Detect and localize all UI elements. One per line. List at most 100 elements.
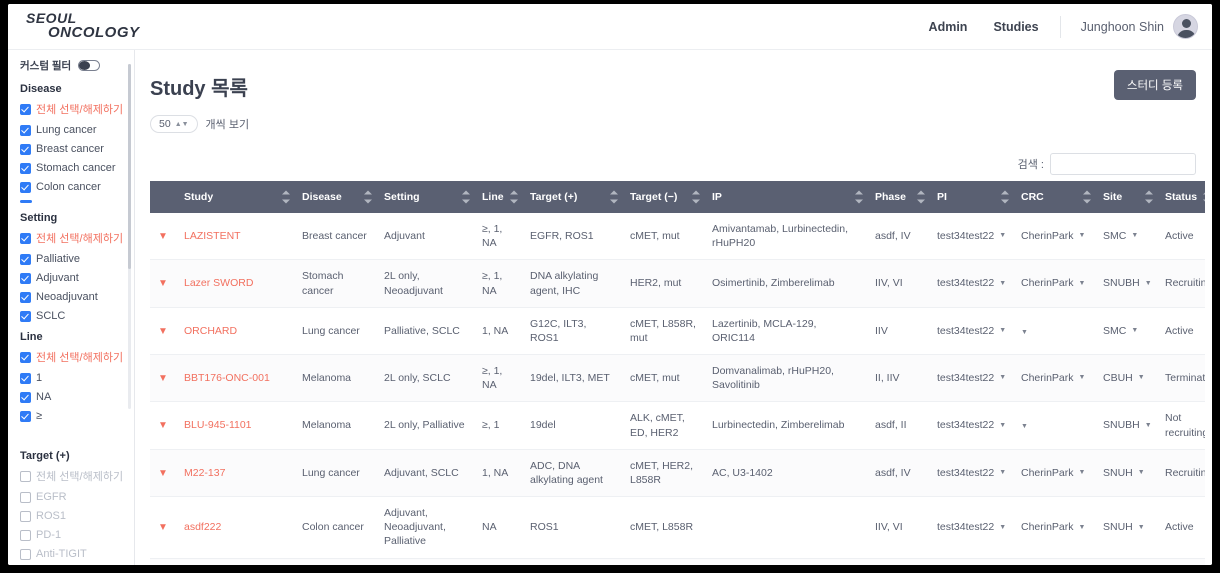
checkbox-icon[interactable] xyxy=(20,351,31,363)
filter-option-stomach-cancer[interactable]: Stomach cancer xyxy=(20,162,124,174)
sidebar-scrollbar-thumb[interactable] xyxy=(128,64,131,269)
cell-pi[interactable]: test34test22 ▼ xyxy=(929,496,1013,559)
cell-crc[interactable]: CherinPark ▼ xyxy=(1013,449,1095,498)
brand-logo[interactable]: SEOUL ONCOLOGY xyxy=(26,11,140,40)
dropdown-value[interactable]: test34test22 ▼ xyxy=(937,466,1006,480)
dropdown-value[interactable]: test34test22 ▼ xyxy=(937,324,1006,338)
filter-option-colon-cancer[interactable]: Colon cancer xyxy=(20,181,124,193)
th-status[interactable]: Status xyxy=(1157,181,1205,213)
filter-option-setting-all[interactable]: 전체 선택/해제하기 xyxy=(20,230,124,246)
cell-site[interactable]: ASAN▼ xyxy=(1095,558,1157,565)
filter-option-line-gte[interactable]: ≥ xyxy=(20,410,124,422)
cell-crc[interactable]: CherinPark ▼ xyxy=(1013,259,1095,308)
cell-study[interactable]: test222 xyxy=(176,558,294,565)
checkbox-icon[interactable] xyxy=(20,143,31,155)
study-link[interactable]: M22-137 xyxy=(184,467,225,479)
th-study[interactable]: Study xyxy=(176,181,294,213)
custom-filter-row[interactable]: 커스텀 필터 xyxy=(20,58,124,73)
cell-pi[interactable]: test34test22 ▼ xyxy=(929,259,1013,308)
cell-crc[interactable]: CherinPark ▼ xyxy=(1013,496,1095,559)
table-row[interactable]: ▼ asdf222 Colon cancer Adjuvant, Neoadjuvan… xyxy=(150,496,1205,559)
dropdown-value[interactable]: SNUH ▼ xyxy=(1103,520,1145,534)
checkbox-icon[interactable] xyxy=(20,162,31,174)
cell-study[interactable]: BBT176-ONC-001 xyxy=(176,354,294,403)
filter-option-breast-cancer[interactable]: Breast cancer xyxy=(20,143,124,155)
register-study-button[interactable]: 스터디 등록 xyxy=(1113,70,1196,100)
th-crc[interactable]: CRC xyxy=(1013,181,1095,213)
chevron-down-icon[interactable]: ▼ xyxy=(158,421,168,431)
cell-pi[interactable]: test34test22 ▼ xyxy=(929,213,1013,261)
checkbox-icon[interactable] xyxy=(20,491,31,503)
cell-site[interactable]: SNUH ▼ xyxy=(1095,496,1157,559)
cell-site[interactable]: SNUH ▼ xyxy=(1095,449,1157,498)
cell-site[interactable]: SNUBH ▼ xyxy=(1095,401,1157,450)
table-row[interactable]: ▼ ORCHARD Lung cancer Palliative, SCLC 1, NA… xyxy=(150,307,1205,356)
checkbox-icon[interactable] xyxy=(20,253,31,265)
row-expand-cell[interactable]: ▼ xyxy=(150,307,176,356)
cell-study[interactable]: ORCHARD xyxy=(176,307,294,356)
cell-crc[interactable]: CherinPark ▼ xyxy=(1013,213,1095,261)
avatar[interactable] xyxy=(1173,14,1198,39)
cell-crc[interactable]: ▼ xyxy=(1013,401,1095,450)
cell-crc[interactable]: ▼ xyxy=(1013,307,1095,356)
table-row[interactable]: ▼ BLU-945-1101 Melanoma 2L only, Palliative… xyxy=(150,401,1205,450)
table-row[interactable]: ▼test222Stomach cancerAdjuvantNAEGFR, RO… xyxy=(150,558,1205,565)
cell-site[interactable]: CBUH ▼ xyxy=(1095,354,1157,403)
study-link[interactable]: BBT176-ONC-001 xyxy=(184,372,270,384)
filter-option-neoadjuvant[interactable]: Neoadjuvant xyxy=(20,291,124,303)
row-expand-cell[interactable]: ▼ xyxy=(150,449,176,498)
checkbox-icon[interactable] xyxy=(20,391,31,403)
study-link[interactable]: asdf222 xyxy=(184,521,221,533)
sort-icon[interactable] xyxy=(462,190,470,204)
cell-site[interactable]: SMC ▼ xyxy=(1095,213,1157,261)
filter-option-line-na[interactable]: NA xyxy=(20,391,124,403)
study-link[interactable]: LAZISTENT xyxy=(184,230,241,242)
sort-icon[interactable] xyxy=(364,190,372,204)
row-expand-cell[interactable]: ▼ xyxy=(150,213,176,261)
sort-icon[interactable] xyxy=(282,190,290,204)
table-row[interactable]: ▼ M22-137 Lung cancer Adjuvant, SCLC 1, NA AD… xyxy=(150,449,1205,498)
nav-admin[interactable]: Admin xyxy=(929,20,968,34)
nav-studies[interactable]: Studies xyxy=(993,20,1038,34)
dropdown-value[interactable]: CherinPark ▼ xyxy=(1021,229,1085,243)
dropdown-value[interactable]: SMC ▼ xyxy=(1103,229,1138,243)
dropdown-value[interactable]: CBUH ▼ xyxy=(1103,371,1145,385)
chevron-down-icon[interactable]: ▼ xyxy=(158,326,168,337)
filter-option-egfr[interactable]: EGFR xyxy=(20,491,124,503)
sort-icon[interactable] xyxy=(610,190,618,204)
checkbox-icon[interactable] xyxy=(20,548,31,560)
cell-site[interactable]: SNUBH ▼ xyxy=(1095,259,1157,308)
th-target-neg[interactable]: Target (−) xyxy=(622,181,704,213)
checkbox-icon[interactable] xyxy=(20,410,31,422)
th-setting[interactable]: Setting xyxy=(376,181,474,213)
table-row[interactable]: ▼ Lazer SWORD Stomach cancer 2L only, Neoad… xyxy=(150,259,1205,308)
table-row[interactable]: ▼ BBT176-ONC-001 Melanoma 2L only, SCLC ≥, 1… xyxy=(150,354,1205,403)
chevron-down-icon[interactable]: ▼ xyxy=(158,468,168,479)
study-link[interactable]: BLU-945-1101 xyxy=(184,419,252,431)
cell-crc[interactable]: CherinPark ▼ xyxy=(1013,354,1095,403)
checkbox-icon[interactable] xyxy=(20,232,31,244)
checkbox-icon[interactable] xyxy=(20,529,31,541)
cell-crc[interactable]: ▼ xyxy=(1013,558,1095,565)
chevron-down-icon[interactable]: ▼ xyxy=(158,374,168,384)
chevron-down-icon[interactable]: ▼ xyxy=(158,232,168,242)
sort-icon[interactable] xyxy=(510,190,518,204)
th-site[interactable]: Site xyxy=(1095,181,1157,213)
filter-option-disease-all[interactable]: 전체 선택/해제하기 xyxy=(20,101,124,117)
chevron-down-icon[interactable]: ▼ xyxy=(158,523,168,533)
filter-option-adjuvant[interactable]: Adjuvant xyxy=(20,272,124,284)
filter-option-sclc[interactable]: SCLC xyxy=(20,310,124,322)
dropdown-value[interactable]: test34test22 ▼ xyxy=(937,371,1006,385)
cell-study[interactable]: Lazer SWORD xyxy=(176,259,294,308)
row-expand-cell[interactable]: ▼ xyxy=(150,354,176,403)
checkbox-icon[interactable] xyxy=(20,310,31,322)
cell-pi[interactable]: test34test22 ▼ xyxy=(929,307,1013,356)
sort-icon[interactable] xyxy=(855,190,863,204)
checkbox-icon[interactable] xyxy=(20,510,31,522)
checkbox-icon[interactable] xyxy=(20,272,31,284)
filter-option-line-all[interactable]: 전체 선택/해제하기 xyxy=(20,349,124,365)
cell-pi[interactable]: test34test22 ▼ xyxy=(929,401,1013,450)
th-line[interactable]: Line xyxy=(474,181,522,213)
dropdown-value[interactable]: SNUH ▼ xyxy=(1103,466,1145,480)
checkbox-icon[interactable] xyxy=(20,291,31,303)
